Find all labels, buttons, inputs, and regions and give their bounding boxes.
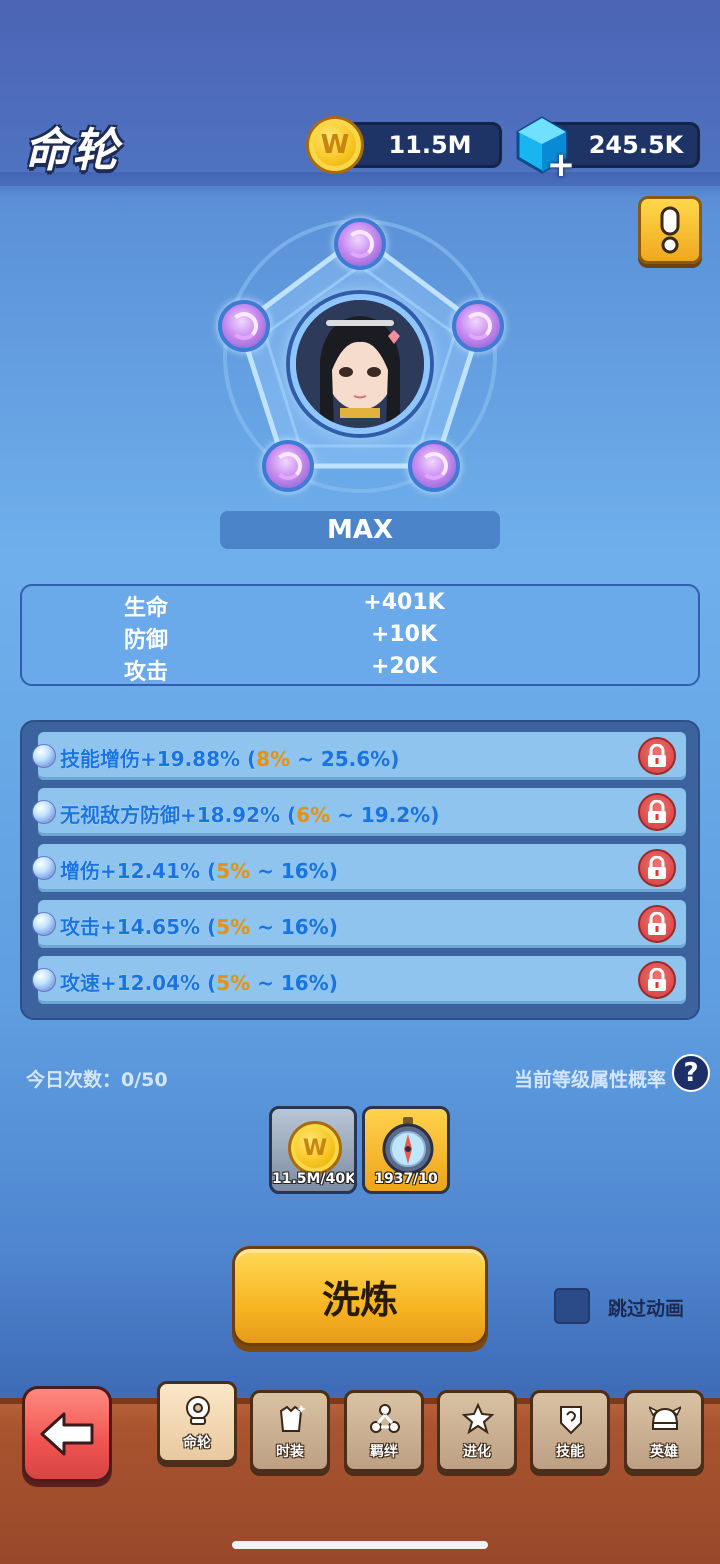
wheel-level-bar: MAX	[220, 511, 500, 549]
back-button[interactable]	[22, 1386, 112, 1482]
attribute-text: 攻击+14.65% (5% ~ 16%)	[60, 915, 338, 939]
refine-button[interactable]: 洗炼	[232, 1246, 488, 1346]
lock-icon	[648, 856, 666, 879]
tab-bond[interactable]: 羁绊	[344, 1390, 424, 1472]
bond-icon	[370, 1404, 400, 1433]
tab-costume[interactable]: 时装	[250, 1390, 330, 1472]
compass-cost-item[interactable]: 1937/10	[362, 1106, 450, 1194]
attribute-row: 增伤+12.41% (5% ~ 16%)	[32, 844, 686, 892]
rune-orb-right[interactable]	[452, 300, 504, 352]
gem-amount: 245.5K	[588, 131, 684, 159]
attribute-text: 增伤+12.41% (5% ~ 16%)	[60, 859, 338, 883]
lock-icon	[648, 912, 666, 935]
probability-label: 当前等级属性概率	[514, 1069, 667, 1091]
gold-coin-icon: W	[306, 116, 364, 174]
stat-row-defense: 防御 +10K	[22, 620, 698, 653]
attribute-gem-icon	[32, 744, 56, 768]
tab-label: 命轮	[183, 1435, 211, 1451]
attribute-text: 攻速+12.04% (5% ~ 16%)	[60, 971, 338, 995]
tab-label: 英雄	[650, 1444, 678, 1460]
tab-label: 羁绊	[370, 1444, 398, 1460]
wheel-icon	[186, 1396, 210, 1425]
tab-label: 技能	[556, 1444, 584, 1460]
exclamation-icon	[660, 206, 680, 254]
attribute-text: 无视敌方防御+18.92% (6% ~ 19.2%)	[60, 803, 440, 827]
rune-orb-bottom-left[interactable]	[262, 440, 314, 492]
tab-label: 时装	[276, 1444, 304, 1460]
stats-panel: 生命 +401K 防御 +10K 攻击 +20K	[20, 584, 700, 686]
tab-destiny-wheel[interactable]: 命轮	[157, 1381, 237, 1463]
hero-avatar	[296, 300, 424, 428]
attribute-row: 攻击+14.65% (5% ~ 16%)	[32, 900, 686, 948]
costume-icon	[279, 1405, 306, 1432]
hero-portrait	[290, 294, 430, 434]
page-title: 命轮	[24, 123, 120, 177]
stat-name: 防御	[124, 628, 169, 653]
lock-toggle[interactable]	[638, 961, 676, 999]
stat-value: +20K	[370, 654, 438, 679]
daily-count: 今日次数：0/50	[26, 1069, 168, 1091]
gold-cost-text: 11.5M/40K	[272, 1171, 356, 1187]
info-button[interactable]	[638, 196, 702, 264]
lock-icon	[648, 800, 666, 823]
skip-animation-checkbox[interactable]	[554, 1288, 590, 1324]
attribute-row: 无视敌方防御+18.92% (6% ~ 19.2%)	[32, 788, 686, 836]
tab-hero[interactable]: 英雄	[624, 1390, 704, 1472]
attributes-panel: 技能增伤+19.88% (8% ~ 25.6%) 无视敌方防御+18.92% (…	[20, 720, 700, 1020]
lock-toggle[interactable]	[638, 793, 676, 831]
compass-cost-text: 1937/10	[374, 1171, 438, 1187]
stat-name: 生命	[124, 596, 169, 621]
back-arrow-icon	[40, 1412, 94, 1456]
tab-skill[interactable]: 技能	[530, 1390, 610, 1472]
lock-toggle[interactable]	[638, 905, 676, 943]
stat-name: 攻击	[124, 660, 169, 685]
gold-cost-item[interactable]: W 11.5M/40K	[269, 1106, 357, 1194]
rune-orb-top[interactable]	[334, 218, 386, 270]
skill-icon	[560, 1406, 582, 1435]
hero-icon	[649, 1406, 681, 1430]
lock-icon	[648, 744, 666, 767]
attribute-row: 技能增伤+19.88% (8% ~ 25.6%)	[32, 732, 686, 780]
lock-icon	[648, 968, 666, 991]
skip-animation-label: 跳过动画	[608, 1298, 685, 1320]
gold-coin-icon: W	[288, 1121, 342, 1175]
stat-row-hp: 生命 +401K	[22, 588, 698, 621]
attribute-text: 技能增伤+19.88% (8% ~ 25.6%)	[60, 747, 400, 771]
stat-value: +401K	[363, 590, 445, 615]
attribute-gem-icon	[32, 856, 56, 880]
stat-value: +10K	[370, 622, 438, 647]
attribute-gem-icon	[32, 968, 56, 992]
lock-toggle[interactable]	[638, 849, 676, 887]
compass-icon	[382, 1117, 434, 1175]
help-button[interactable]: ?	[672, 1054, 710, 1092]
home-indicator[interactable]	[232, 1541, 488, 1549]
tab-evolve[interactable]: 进化	[437, 1390, 517, 1472]
rune-orb-bottom-right[interactable]	[408, 440, 460, 492]
wheel-level-label: MAX	[326, 515, 394, 545]
attribute-gem-icon	[32, 912, 56, 936]
stat-row-attack: 攻击 +20K	[22, 652, 698, 685]
add-gems-icon[interactable]: +	[546, 148, 576, 182]
tab-label: 进化	[463, 1444, 491, 1460]
gold-amount: 11.5M	[388, 131, 472, 159]
rune-orb-left[interactable]	[218, 300, 270, 352]
lock-toggle[interactable]	[638, 737, 676, 775]
evolve-icon	[462, 1403, 494, 1435]
attribute-row: 攻速+12.04% (5% ~ 16%)	[32, 956, 686, 1004]
attribute-gem-icon	[32, 800, 56, 824]
